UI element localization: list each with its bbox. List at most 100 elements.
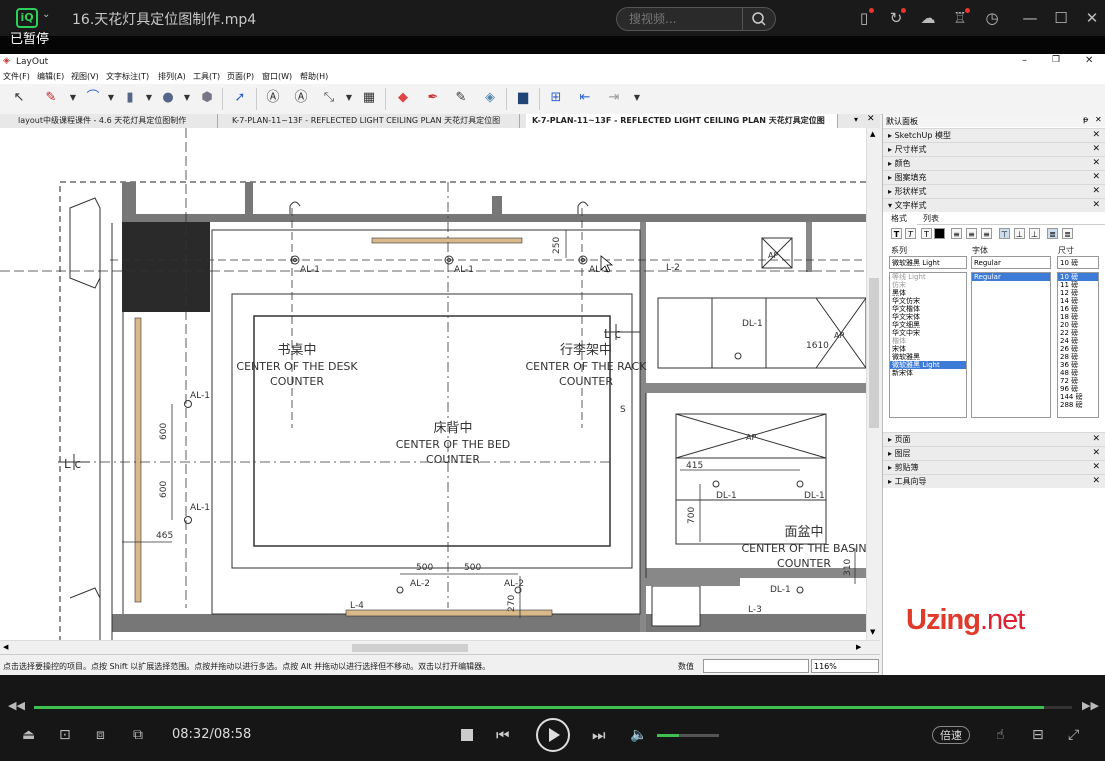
align-left-icon[interactable]: ≡ xyxy=(951,228,962,239)
fast-forward-icon[interactable]: ▶▶ xyxy=(1082,699,1099,712)
tab-list-icon[interactable]: ▾ xyxy=(854,115,858,124)
list-item[interactable]: 48 磅 xyxy=(1058,369,1098,377)
list-item[interactable]: 26 磅 xyxy=(1058,345,1098,353)
text-color-swatch[interactable] xyxy=(934,228,945,239)
list-item[interactable]: 96 磅 xyxy=(1058,385,1098,393)
eyedropper-icon[interactable]: ✒ xyxy=(424,89,442,107)
add-page-icon[interactable]: ⊞ xyxy=(547,89,565,107)
circle-icon[interactable]: ● xyxy=(159,89,177,107)
doc-tab-3[interactable]: K-7-PLAN-11~13F - REFLECTED LIGHT CEILIN… xyxy=(526,114,838,128)
list-item-selected[interactable]: Regular xyxy=(972,273,1050,281)
section-scrapbooks[interactable]: ▸ 剪贴簿 ✕ xyxy=(883,460,1105,474)
dropdown-arrow-icon[interactable]: ▼ xyxy=(178,89,196,107)
menu-help[interactable]: 帮助(H) xyxy=(300,71,328,82)
pin-icon[interactable]: ᵽ xyxy=(1083,115,1088,124)
window-minimize-icon[interactable]: – xyxy=(1022,55,1027,66)
window-close-icon[interactable]: ✕ xyxy=(1085,55,1093,66)
next-page-icon[interactable]: ⇥ xyxy=(605,89,623,107)
fullscreen-icon[interactable]: ⤢ xyxy=(1068,727,1079,743)
font-size-input[interactable] xyxy=(1057,256,1099,269)
dropdown-arrow-icon[interactable]: ▼ xyxy=(140,89,158,107)
shirt-icon[interactable]: ♖ xyxy=(950,8,970,28)
list-item[interactable]: 14 磅 xyxy=(1058,297,1098,305)
section-colors[interactable]: ▸ 颜色 ✕ xyxy=(883,156,1105,170)
dropdown-arrow-icon[interactable]: ▼ xyxy=(102,89,120,107)
scroll-down-icon[interactable]: ▼ xyxy=(870,628,875,636)
tab-close-icon[interactable]: ✕ xyxy=(867,114,875,124)
list-item[interactable]: 仿宋 xyxy=(890,281,966,289)
close-icon[interactable]: ✕ xyxy=(1082,8,1102,28)
menu-edit[interactable]: 编辑(E) xyxy=(37,71,64,82)
polygon-icon[interactable]: ⬢ xyxy=(198,89,216,107)
list-item[interactable]: 微软雅黑 xyxy=(890,353,966,361)
menu-text[interactable]: 文字标注(T) xyxy=(106,71,149,82)
menu-arrange[interactable]: 排列(A) xyxy=(158,71,186,82)
section-pattern-fill[interactable]: ▸ 图案填充 ✕ xyxy=(883,170,1105,184)
font-style-input[interactable] xyxy=(971,256,1051,269)
volume-icon[interactable]: 🔈 xyxy=(630,727,647,743)
section-dimension-style[interactable]: ▸ 尺寸样式 ✕ xyxy=(883,142,1105,156)
list-item[interactable]: 新宋体 xyxy=(890,369,966,377)
align-right-icon[interactable]: ≡ xyxy=(981,228,992,239)
anchor-bottom-icon[interactable]: ⊥ xyxy=(1029,228,1040,239)
previous-icon[interactable]: ⏮ xyxy=(496,726,510,744)
horizontal-scroll-thumb[interactable] xyxy=(352,644,468,652)
horizontal-scrollbar[interactable]: ◀ ▶ xyxy=(0,640,880,655)
toolbox-icon[interactable]: ⊟ xyxy=(1032,727,1044,743)
valign-top-icon[interactable]: ≣ xyxy=(1047,228,1058,239)
offset-icon[interactable]: ➚ xyxy=(231,89,249,107)
value-input[interactable] xyxy=(703,659,809,673)
list-item[interactable]: 28 磅 xyxy=(1058,353,1098,361)
rewind-icon[interactable]: ◀◀ xyxy=(8,699,25,712)
refresh-icon[interactable]: ↻ xyxy=(886,8,906,28)
stop-icon[interactable] xyxy=(461,729,473,741)
list-item[interactable]: 11 磅 xyxy=(1058,281,1098,289)
menu-tools[interactable]: 工具(T) xyxy=(193,71,220,82)
eraser-icon[interactable]: ◆ xyxy=(394,89,412,107)
valign-center-icon[interactable]: ≣ xyxy=(1062,228,1073,239)
section-layers[interactable]: ▸ 图层 ✕ xyxy=(883,446,1105,460)
doc-tab-1[interactable]: layout中级课程课件 - 4.6 天花灯具定位图制作 xyxy=(12,114,218,128)
clock-icon[interactable]: ◷ xyxy=(982,8,1002,28)
list-item[interactable]: 12 磅 xyxy=(1058,289,1098,297)
previous-page-icon[interactable]: ⇤ xyxy=(576,89,594,107)
dropdown-arrow-icon[interactable]: ▼ xyxy=(628,89,646,107)
list-item[interactable]: 宋体 xyxy=(890,345,966,353)
panel-close-icon[interactable]: ✕ xyxy=(1095,115,1102,124)
tab-format[interactable]: 格式 xyxy=(891,213,907,224)
next-icon[interactable]: ⏭ xyxy=(592,726,606,744)
split-icon[interactable]: ◈ xyxy=(481,89,499,107)
select-arrow-icon[interactable]: ↖ xyxy=(10,89,28,107)
vertical-scrollbar[interactable]: ▲ ▼ xyxy=(866,128,881,640)
zoom-select[interactable] xyxy=(811,659,879,673)
list-item[interactable]: 144 磅 xyxy=(1058,393,1098,401)
cloud-icon[interactable]: ☁ xyxy=(918,8,938,28)
list-item[interactable]: 楷体 xyxy=(890,337,966,345)
tab-list[interactable]: 列表 xyxy=(923,213,939,224)
list-item[interactable]: 18 磅 xyxy=(1058,313,1098,321)
section-shape-style[interactable]: ▸ 形状样式 ✕ xyxy=(883,184,1105,198)
list-item[interactable]: 华文细黑 xyxy=(890,321,966,329)
iqiyi-logo-icon[interactable]: iQ xyxy=(16,8,38,28)
font-family-input[interactable] xyxy=(889,256,967,269)
rectangle-icon[interactable]: ▮ xyxy=(121,89,139,107)
align-center-icon[interactable]: ≡ xyxy=(966,228,977,239)
volume-slider[interactable] xyxy=(657,734,719,737)
label-tool-icon[interactable]: Ⓐ xyxy=(292,89,310,107)
presentation-icon[interactable]: ▆ xyxy=(514,89,532,107)
bold-button[interactable]: T xyxy=(891,228,902,239)
window-restore-icon[interactable]: ❐ xyxy=(1052,55,1060,65)
maximize-icon[interactable]: ☐ xyxy=(1051,8,1071,28)
minimize-icon[interactable]: — xyxy=(1020,8,1040,28)
list-item[interactable]: 288 磅 xyxy=(1058,401,1098,409)
paint-icon[interactable]: ✎ xyxy=(452,89,470,107)
list-item[interactable]: 华文楷体 xyxy=(890,305,966,313)
list-item[interactable]: 16 磅 xyxy=(1058,305,1098,313)
scroll-right-icon[interactable]: ▶ xyxy=(856,643,861,651)
list-item[interactable]: 72 磅 xyxy=(1058,377,1098,385)
anchor-top-icon[interactable]: ⊤ xyxy=(999,228,1010,239)
list-item[interactable]: 24 磅 xyxy=(1058,337,1098,345)
arc-icon[interactable]: ⌒ xyxy=(84,89,102,107)
screenshot-icon[interactable]: ⧈ xyxy=(96,727,105,743)
speed-button[interactable]: 倍速 xyxy=(932,726,970,744)
